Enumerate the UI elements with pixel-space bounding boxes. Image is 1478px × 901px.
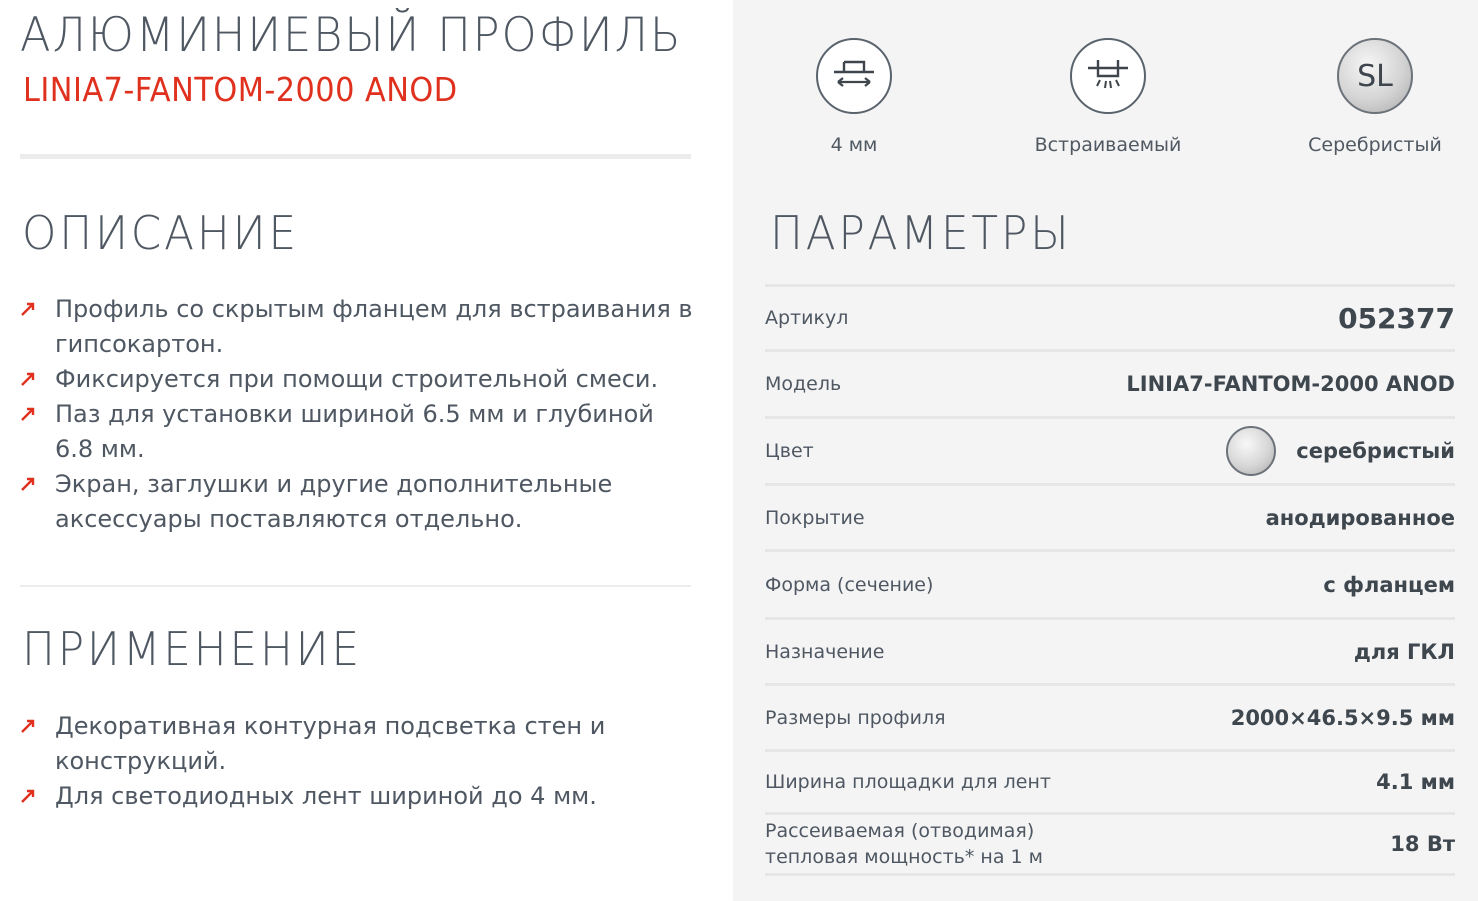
param-value: LINIA7-FANTOM-2000 ANOD [1126,372,1455,396]
divider [20,154,691,159]
tape-width-icon [816,38,892,114]
silver-color-icon: SL [1337,38,1413,114]
param-row-article: Артикул 052377 [765,287,1455,352]
param-label: Ширина площадки для лент [765,771,1051,793]
arrow-icon [21,407,35,421]
product-model: LINIA7-FANTOM-2000 ANOD [23,70,458,109]
list-item: Для светодиодных лент шириной до 4 мм. [20,779,700,814]
color-badge: SL [1357,58,1393,94]
application-list: Декоративная контурная подсветка стен и … [20,709,700,814]
param-label: Размеры профиля [765,706,946,729]
param-row-shape: Форма (сечение) с фланцем [765,552,1455,620]
list-item: Декоративная контурная подсветка стен и … [20,709,700,779]
param-label: Рассеиваемая (отводимая) тепловая мощнос… [765,820,1043,868]
recessed-mount-icon [1070,38,1146,114]
feature-label: Встраиваемый [1034,134,1182,156]
param-value: 4.1 мм [1376,770,1455,794]
divider [20,585,691,587]
feature-label: 4 мм [830,134,878,156]
param-label: Покрытие [765,506,865,529]
list-item: Паз для установки шириной 6.5 мм и глуби… [20,397,700,467]
feature-tape-width: 4 мм [764,38,944,156]
product-title: АЛЮМИНИЕВЫЙ ПРОФИЛЬ [20,8,683,63]
param-label: Назначение [765,640,885,663]
param-value: 052377 [1338,301,1455,335]
param-row-color: Цвет серебристый [765,419,1455,486]
param-label: Цвет [765,440,814,462]
param-value: 2000×46.5×9.5 мм [1230,705,1455,730]
list-item: Профиль со скрытым фланцем для встраиван… [20,292,700,362]
arrow-icon [21,719,35,733]
param-label: Артикул [765,307,849,329]
feature-color: SL Серебристый [1285,38,1465,156]
feature-label: Серебристый [1308,134,1442,156]
description-list: Профиль со скрытым фланцем для встраиван… [20,292,700,537]
list-item: Фиксируется при помощи строительной смес… [20,362,700,397]
param-row-purpose: Назначение для ГКЛ [765,620,1455,686]
param-label: Модель [765,373,842,395]
param-label: Форма (сечение) [765,573,934,596]
param-value: серебристый [1296,439,1455,463]
param-value: 18 Вт [1390,832,1455,856]
arrow-icon [21,789,35,803]
description-heading: ОПИСАНИЕ [22,206,299,260]
param-value: анодированное [1265,505,1455,530]
param-value-wrap: серебристый [1226,426,1455,476]
arrow-icon [21,477,35,491]
param-row-dimensions: Размеры профиля 2000×46.5×9.5 мм [765,686,1455,752]
arrow-icon [21,302,35,316]
color-swatch-icon [1226,426,1277,476]
param-value: для ГКЛ [1353,639,1455,664]
param-row-coating: Покрытие анодированное [765,486,1455,552]
feature-recessed: Встраиваемый [1018,38,1198,156]
param-row-tape-width: Ширина площадки для лент 4.1 мм [765,752,1455,815]
application-heading: ПРИМЕНЕНИЕ [22,622,362,676]
param-value: с фланцем [1323,572,1455,597]
parameters-heading: ПАРАМЕТРЫ [770,206,1072,260]
param-row-heat: Рассеиваемая (отводимая) тепловая мощнос… [765,815,1455,876]
param-row-model: Модель LINIA7-FANTOM-2000 ANOD [765,352,1455,419]
arrow-icon [21,372,35,386]
list-item: Экран, заглушки и другие дополнительные … [20,467,700,537]
